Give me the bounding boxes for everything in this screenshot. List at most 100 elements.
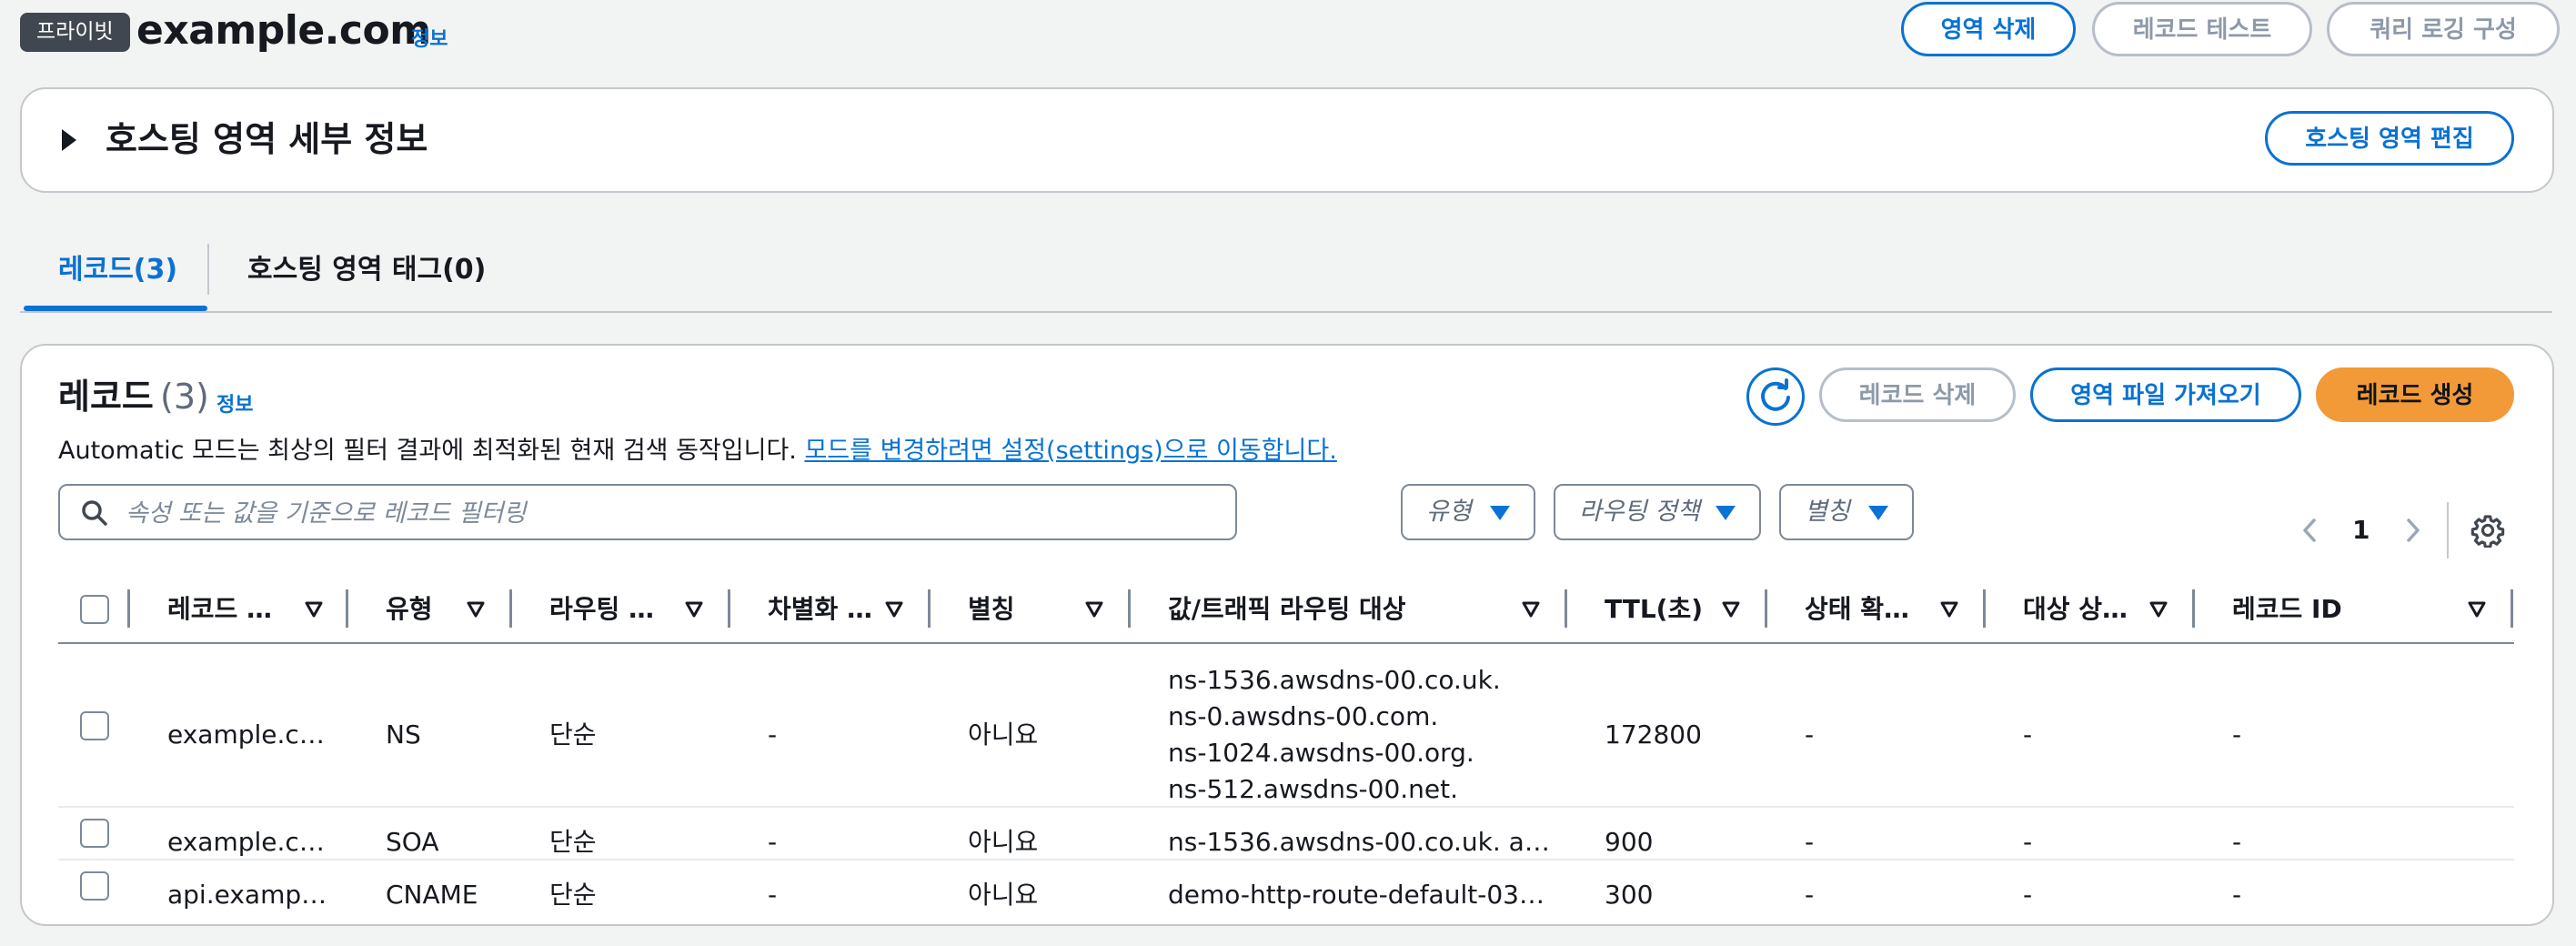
refresh-icon — [1761, 378, 1790, 411]
sort-icon[interactable] — [884, 600, 904, 619]
query-logging-button[interactable]: 쿼리 로깅 구성 — [2327, 2, 2560, 56]
record-id: - — [2232, 880, 2242, 910]
refresh-button[interactable] — [1746, 367, 1805, 426]
create-record-button[interactable]: 레코드 생성 — [2316, 367, 2514, 422]
row-checkbox[interactable] — [80, 711, 109, 740]
record-differentiator: - — [768, 880, 778, 910]
sort-icon[interactable] — [2148, 600, 2168, 619]
info-link[interactable]: 정보 — [411, 23, 448, 52]
search-icon — [82, 500, 107, 526]
record-value-line: demo-http-route-default-03… — [1168, 880, 1545, 910]
column-separator[interactable] — [1765, 589, 1767, 628]
record-name[interactable]: example.c… — [167, 717, 325, 753]
record-health-check: - — [1805, 880, 1815, 910]
column-separator[interactable] — [728, 589, 730, 628]
settings-gear-icon[interactable] — [2470, 513, 2505, 548]
column-separator[interactable] — [509, 589, 512, 628]
settings-link[interactable]: 모드를 변경하려면 설정(settings)으로 이동합니다. — [804, 437, 1336, 465]
column-header-routing[interactable]: 라우팅 … — [549, 589, 654, 629]
record-type: CNAME — [386, 880, 478, 910]
sort-icon[interactable] — [466, 600, 486, 619]
column-header-name[interactable]: 레코드 … — [167, 589, 272, 629]
delete-record-button[interactable]: 레코드 삭제 — [1819, 367, 2016, 422]
column-separator[interactable] — [2192, 589, 2195, 628]
row-checkbox[interactable] — [80, 871, 109, 901]
prev-page-icon[interactable] — [2299, 517, 2321, 544]
sort-icon[interactable] — [1721, 600, 1741, 619]
column-separator[interactable] — [346, 589, 348, 628]
type-filter[interactable]: 유형 — [1401, 484, 1535, 540]
import-zone-file-button[interactable]: 영역 파일 가져오기 — [2030, 367, 2301, 422]
tabs-divider — [20, 311, 2552, 313]
column-separator[interactable] — [2511, 589, 2513, 628]
sort-icon[interactable] — [2467, 600, 2487, 619]
search-input[interactable] — [126, 493, 1217, 533]
alias-filter[interactable]: 별칭 — [1779, 484, 1914, 540]
column-separator[interactable] — [1128, 589, 1131, 628]
next-page-icon[interactable] — [2401, 517, 2423, 544]
routing-policy-filter[interactable]: 라우팅 정책 — [1554, 484, 1761, 540]
record-value-line: ns-1536.awsdns-00.co.uk. — [1168, 665, 1501, 695]
column-separator[interactable] — [928, 589, 931, 628]
record-routing: 단순 — [549, 720, 597, 750]
column-header-record-id[interactable]: 레코드 ID — [2232, 589, 2342, 629]
record-alias: 아니요 — [968, 720, 1039, 750]
row-checkbox[interactable] — [80, 819, 109, 848]
delete-zone-button[interactable]: 영역 삭제 — [1901, 2, 2076, 56]
sort-icon[interactable] — [304, 600, 324, 619]
private-badge: 프라이빗 — [20, 13, 130, 52]
record-name[interactable]: example.c… — [167, 824, 325, 860]
column-header-target-health[interactable]: 대상 상… — [2023, 589, 2128, 629]
column-header-health-check[interactable]: 상태 확… — [1805, 589, 1909, 629]
record-alias: 아니요 — [968, 827, 1039, 857]
test-record-button[interactable]: 레코드 테스트 — [2092, 2, 2312, 56]
tab-records[interactable]: 레코드(3) — [58, 249, 177, 291]
active-tab-indicator — [24, 306, 207, 311]
column-header-value[interactable]: 값/트래픽 라우팅 대상 — [1168, 589, 1406, 629]
records-info-link[interactable]: 정보 — [216, 388, 253, 418]
record-filter[interactable] — [58, 484, 1237, 540]
alias-filter-label: 별칭 — [1805, 498, 1850, 526]
column-separator[interactable] — [1983, 589, 1986, 628]
row-divider — [58, 859, 2514, 860]
expand-caret-icon[interactable] — [62, 129, 76, 151]
column-header-alias[interactable]: 별칭 — [968, 589, 1015, 629]
select-all-checkbox[interactable] — [80, 595, 109, 624]
edit-zone-button[interactable]: 호스팅 영역 편집 — [2265, 111, 2514, 166]
record-name[interactable]: api.examp… — [167, 877, 327, 913]
record-type: SOA — [386, 827, 439, 857]
record-id: - — [2232, 720, 2242, 750]
sort-icon[interactable] — [1084, 600, 1104, 619]
sort-icon[interactable] — [1939, 600, 1959, 619]
record-alias: 아니요 — [968, 880, 1039, 910]
sort-icon[interactable] — [684, 600, 704, 619]
page-title: example.com — [136, 7, 431, 54]
record-ttl: 172800 — [1605, 720, 1702, 750]
column-separator — [127, 589, 130, 628]
column-header-differentiator[interactable]: 차별화 … — [768, 589, 872, 629]
record-target-health: - — [2023, 720, 2033, 750]
record-value-line: ns-512.awsdns-00.net. — [1168, 774, 1459, 804]
pager-divider — [2447, 502, 2449, 559]
record-differentiator: - — [768, 827, 778, 857]
record-value-line: ns-1024.awsdns-00.org. — [1168, 738, 1474, 768]
description-text: Automatic 모드는 최상의 필터 결과에 최적화된 현재 검색 동작입니… — [58, 437, 797, 465]
row-divider — [58, 806, 2514, 808]
record-value-line: ns-0.awsdns-00.com. — [1168, 701, 1439, 731]
caret-down-icon — [1716, 506, 1736, 520]
sort-icon[interactable] — [1521, 600, 1541, 619]
records-title: 레코드 — [58, 377, 154, 417]
routing-filter-label: 라우팅 정책 — [1579, 498, 1700, 526]
tab-separator — [207, 244, 209, 295]
record-health-check: - — [1805, 827, 1815, 857]
record-health-check: - — [1805, 720, 1815, 750]
search-mode-description: Automatic 모드는 최상의 필터 결과에 최적화된 현재 검색 동작입니… — [58, 433, 1337, 469]
page-number[interactable]: 1 — [2352, 512, 2370, 548]
column-header-ttl[interactable]: TTL(초) — [1605, 589, 1703, 629]
column-separator[interactable] — [1565, 589, 1567, 628]
record-routing: 단순 — [549, 880, 597, 910]
details-title: 호스팅 영역 세부 정보 — [106, 119, 428, 159]
record-ttl: 300 — [1605, 880, 1654, 910]
tab-zone-tags[interactable]: 호스팅 영역 태그(0) — [247, 249, 486, 291]
column-header-type[interactable]: 유형 — [386, 589, 433, 629]
